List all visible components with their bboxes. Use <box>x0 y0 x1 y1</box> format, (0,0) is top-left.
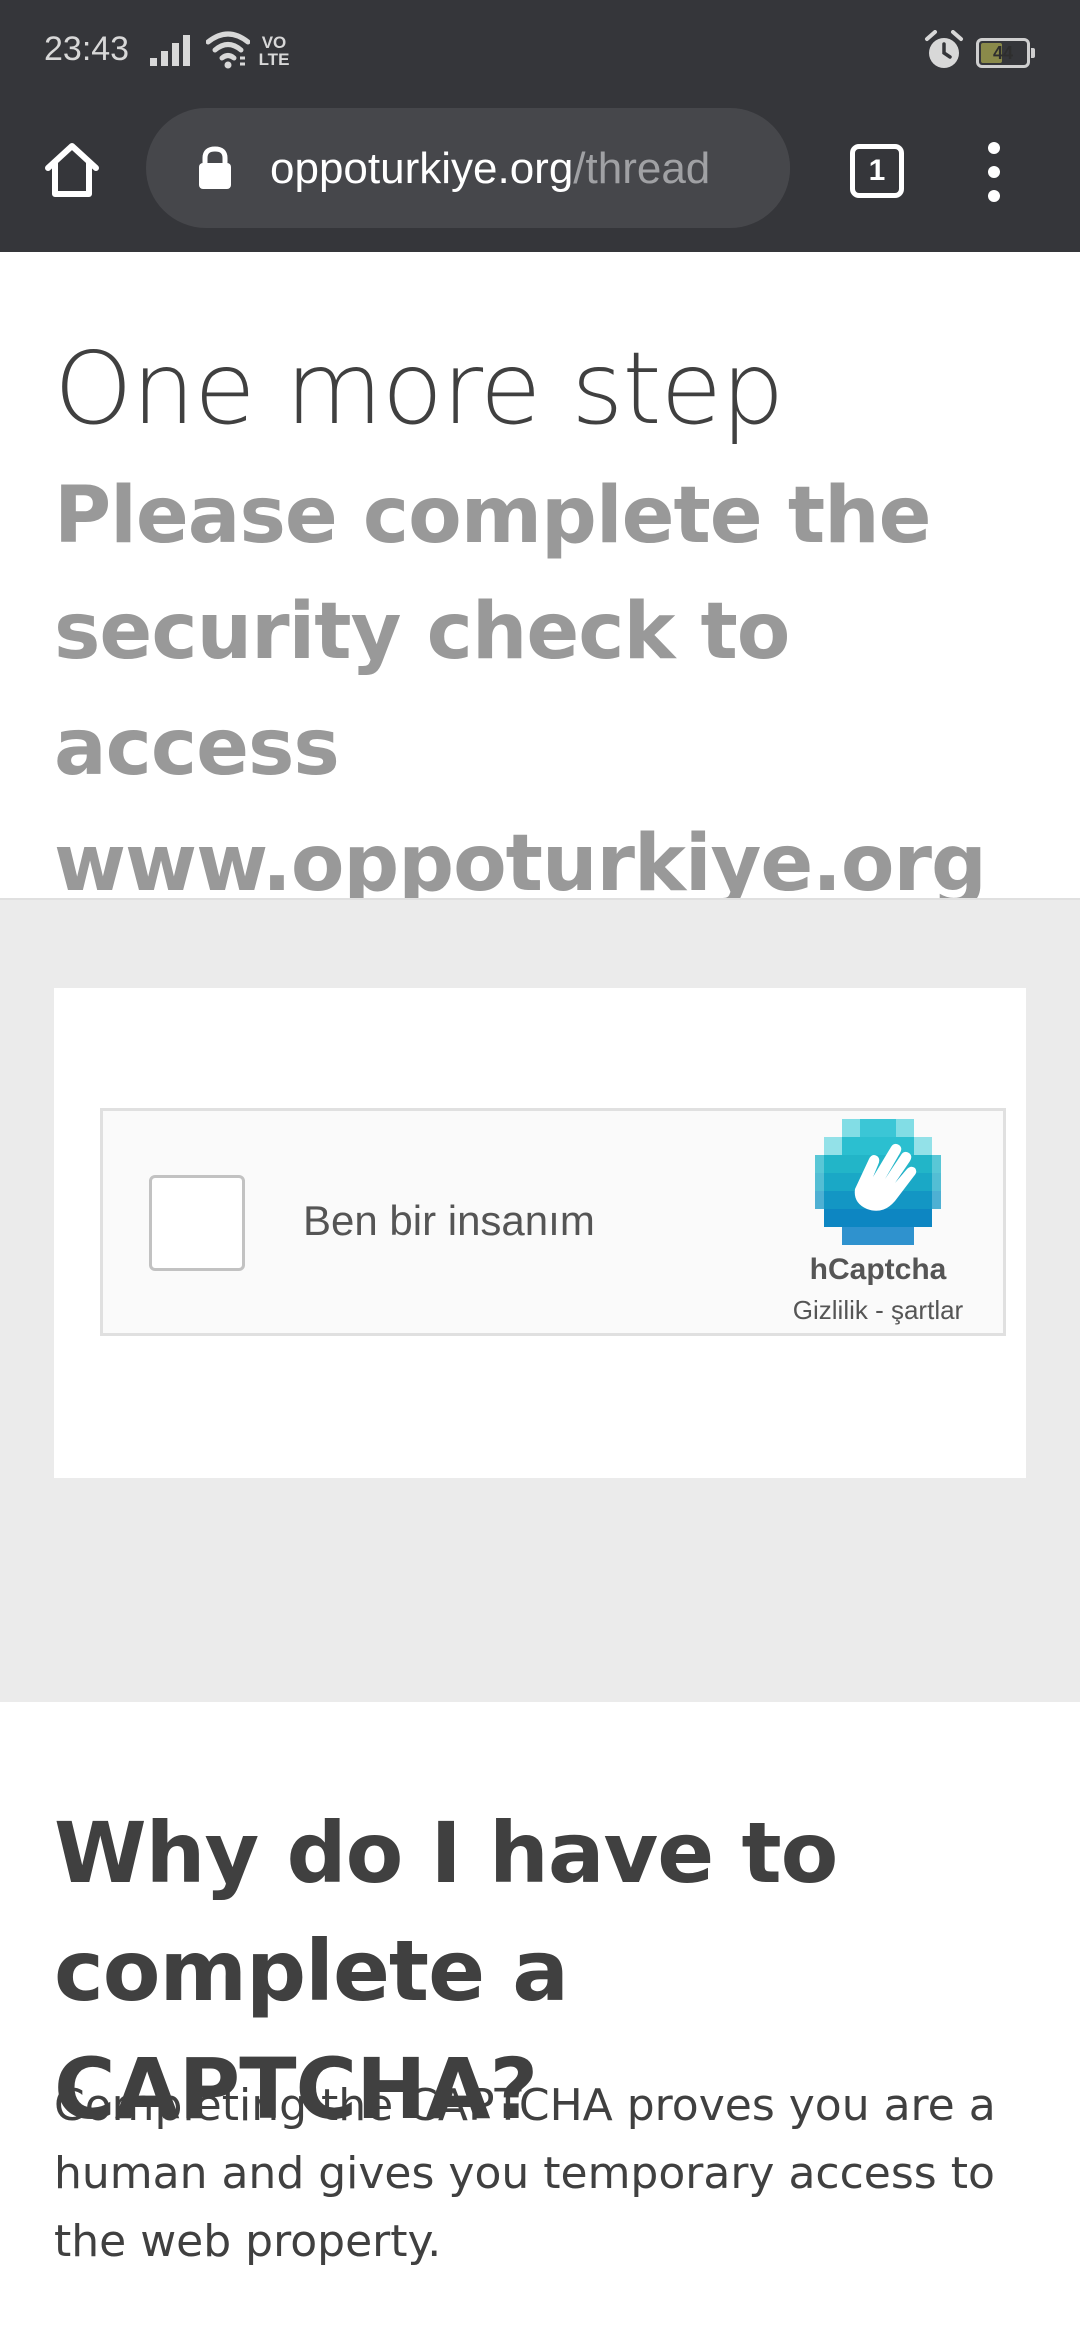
url-path: /thread <box>573 144 711 193</box>
url-fade <box>720 108 790 228</box>
hcaptcha-logo-icon[interactable] <box>815 1119 941 1245</box>
why-section: Why do I have to complete a CAPTCHA? Com… <box>0 1702 1080 2340</box>
volte-badge: VO LTE <box>256 34 292 68</box>
battery-level: 44 <box>992 43 1014 63</box>
hcaptcha-widget: Ben bir insanım hCaptcha Gizlilik - şart… <box>100 1108 1006 1336</box>
human-checkbox[interactable] <box>149 1175 245 1271</box>
status-time: 23:43 <box>44 30 130 68</box>
human-checkbox-label[interactable]: Ben bir insanım <box>303 1197 595 1245</box>
status-bar: 23:43 VO LTE 44 <box>0 0 1080 100</box>
hcaptcha-brand: hCaptcha <box>809 1253 947 1286</box>
hcaptcha-privacy-terms-links[interactable]: Gizlilik - şartlar <box>743 1295 1013 1326</box>
volte-badge-bottom: LTE <box>258 50 290 69</box>
alarm-icon <box>925 30 963 68</box>
overflow-menu-icon[interactable] <box>980 142 1010 202</box>
page-subtitle: Please complete the security check to ac… <box>54 471 987 909</box>
url-host: oppoturkiye.org <box>270 144 574 193</box>
captcha-section: Ben bir insanım hCaptcha Gizlilik - şart… <box>0 898 1080 1702</box>
header-section: One more step Please complete the securi… <box>0 252 1080 909</box>
home-icon[interactable] <box>40 138 104 202</box>
lock-icon <box>199 146 231 189</box>
wifi-icon <box>206 31 250 69</box>
address-bar[interactable]: oppoturkiye.org/thread <box>146 108 790 228</box>
volte-badge-top: VO <box>261 33 287 52</box>
why-body: Completing the CAPTCHA proves you are a … <box>54 2080 996 2267</box>
page-title: One more step <box>54 330 785 447</box>
tab-switcher-icon[interactable]: 1 <box>850 144 904 198</box>
url-text: oppoturkiye.org/thread <box>270 144 710 194</box>
browser-toolbar: oppoturkiye.org/thread 1 <box>0 100 1080 252</box>
captcha-card: Ben bir insanım hCaptcha Gizlilik - şart… <box>54 988 1026 1478</box>
battery-icon: 44 <box>976 38 1035 68</box>
signal-icon <box>150 35 190 66</box>
